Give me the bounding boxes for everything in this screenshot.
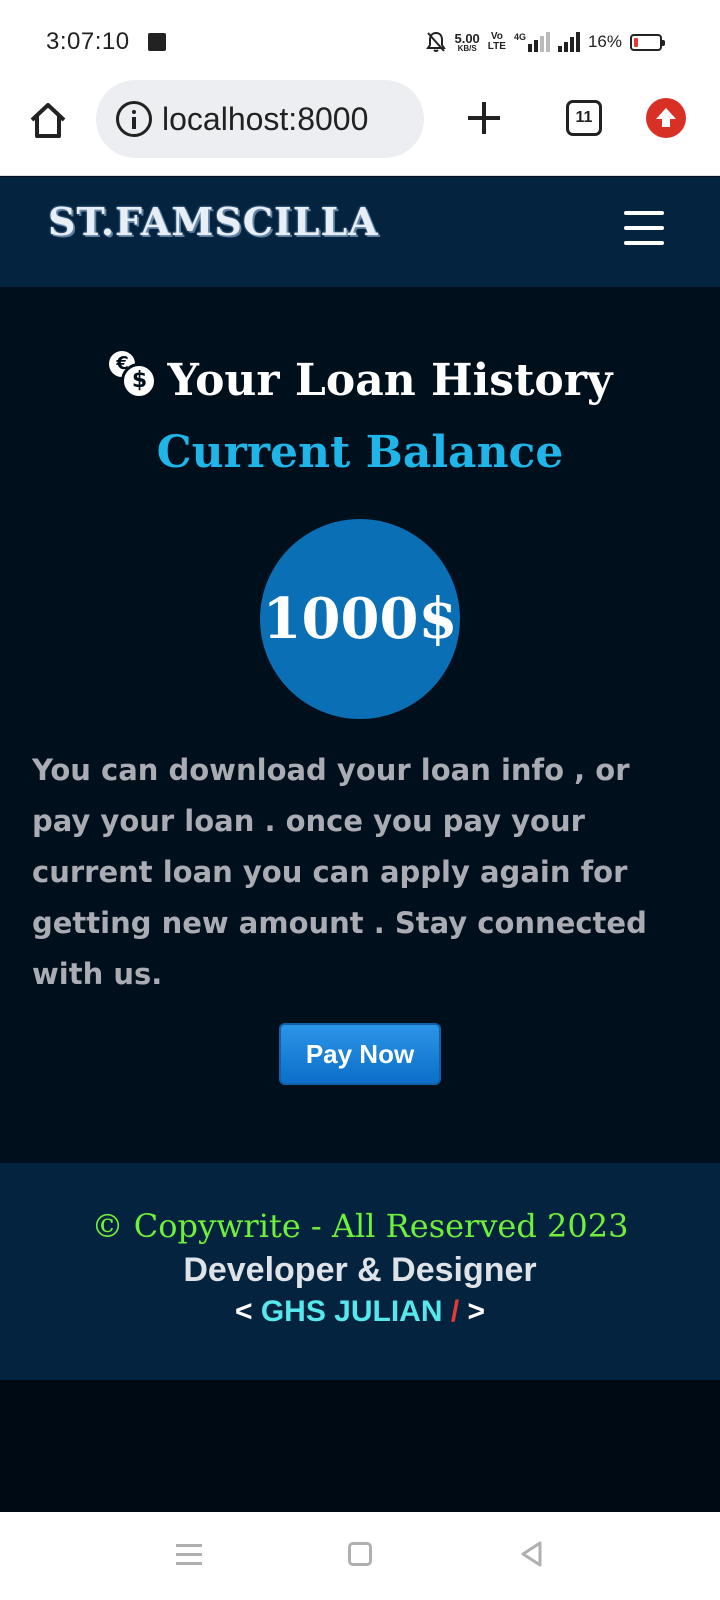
system-home-icon[interactable] — [348, 1542, 372, 1566]
volte-indicator: Vo LTE — [488, 32, 506, 52]
dollar-coin: $ — [121, 363, 158, 399]
home-icon[interactable] — [26, 98, 70, 142]
signal-bars-icon — [557, 32, 580, 52]
back-icon[interactable] — [518, 1540, 546, 1568]
status-time: 3:07:10 — [46, 28, 130, 55]
signal-4g-icon: 4G — [514, 32, 550, 52]
developer-role: Developer & Designer — [183, 1251, 537, 1289]
network-speed-value: 5.00 — [454, 30, 480, 46]
url-text[interactable]: localhost:8000 — [162, 101, 368, 138]
status-bar: 3:07:10 5.00 KB/S Vo LTE 4G 16% — [0, 0, 720, 80]
network-speed: 5.00 KB/S — [454, 32, 479, 53]
update-icon[interactable] — [646, 98, 686, 138]
hamburger-icon[interactable] — [624, 211, 664, 245]
battery-percent: 16% — [587, 32, 622, 51]
coins-icon: € $ — [107, 349, 158, 399]
network-speed-unit: KB/S — [457, 43, 477, 53]
battery-icon — [630, 33, 665, 51]
page-bottom-area — [0, 1380, 720, 1512]
site-footer: © Copywrite - All Reserved 2023 Develope… — [0, 1163, 720, 1380]
page-title: € $ Your Loan History — [0, 349, 720, 406]
credit-open: < — [234, 1295, 253, 1328]
main-content: € $ Your Loan History Current Balance 10… — [0, 287, 720, 1163]
developer-name[interactable]: GHS JULIAN — [261, 1295, 443, 1328]
tabs-button[interactable]: 11 — [566, 100, 602, 136]
pay-now-button[interactable]: Pay Now — [279, 1023, 441, 1085]
network-type: 4G — [513, 32, 526, 42]
credit-close: > — [467, 1295, 486, 1328]
status-indicators: 5.00 KB/S Vo LTE 4G 16% — [426, 30, 665, 54]
developer-credit: < GHS JULIAN / > — [0, 1295, 720, 1329]
app-notification-icon — [148, 33, 166, 51]
system-navigation-bar — [0, 1512, 720, 1600]
bell-off-icon — [426, 31, 447, 53]
brand-logo[interactable]: ST.FAMSCILLA — [48, 199, 379, 244]
volte-bottom: LTE — [487, 41, 506, 52]
copyright-text: © Copywrite - All Reserved 2023 — [91, 1207, 629, 1245]
new-tab-button[interactable] — [466, 100, 502, 136]
page-title-text: Your Loan History — [167, 355, 613, 406]
balance-label: Current Balance — [156, 427, 564, 478]
balance-amount: 1000$ — [260, 519, 460, 719]
recents-icon[interactable] — [176, 1542, 202, 1566]
info-icon[interactable] — [116, 101, 152, 137]
browser-toolbar: localhost:8000 11 — [0, 80, 720, 176]
site-navbar: ST.FAMSCILLA — [0, 177, 720, 287]
loan-description: You can download your loan info , or pay… — [32, 753, 647, 991]
credit-slash: / — [450, 1295, 460, 1328]
address-bar[interactable]: localhost:8000 — [96, 80, 424, 158]
